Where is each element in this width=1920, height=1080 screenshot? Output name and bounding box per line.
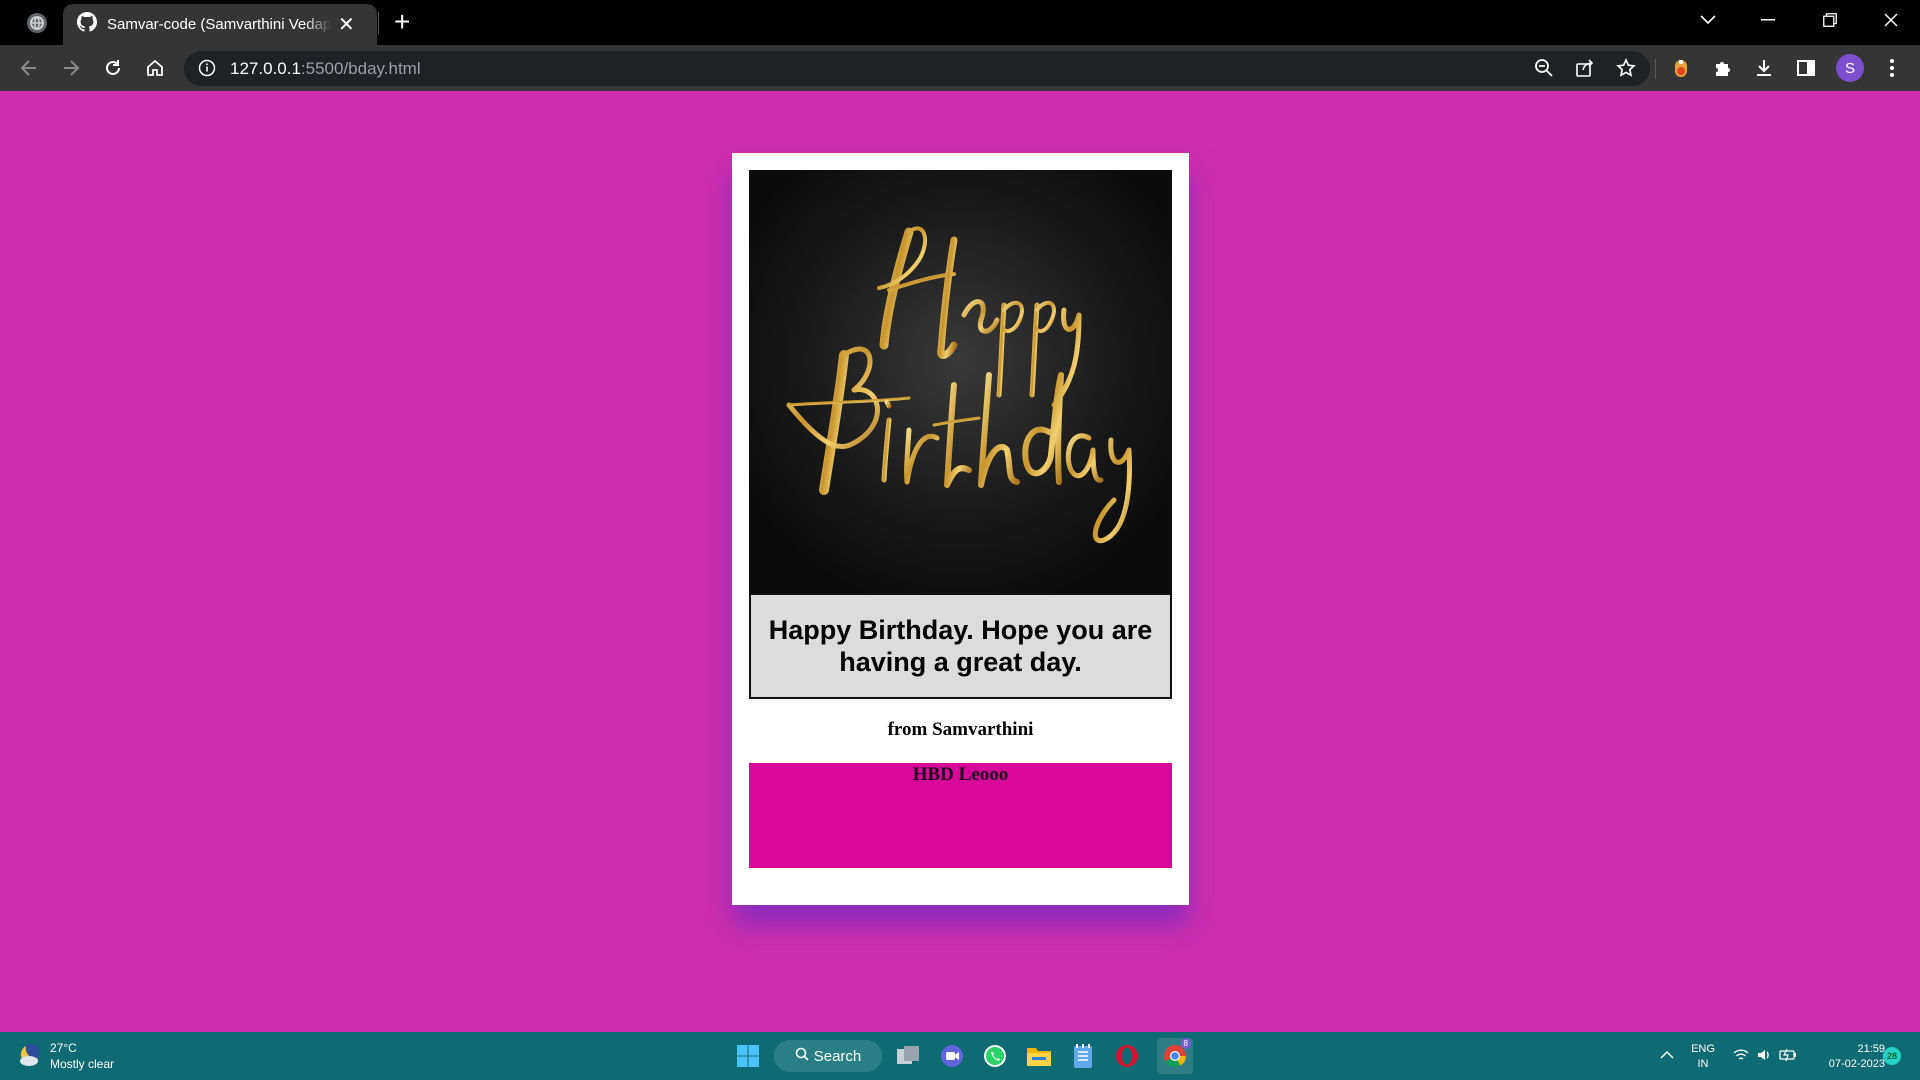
side-panel-icon[interactable] [1794, 56, 1818, 80]
hbd-banner: HBD Leooo [749, 763, 1172, 868]
url-text: 127.0.0.1:5500/bday.html [230, 59, 421, 79]
forward-icon[interactable] [59, 56, 83, 80]
active-tab[interactable]: Samvar-code (Samvarthini Vedapuri) ✕ [63, 4, 377, 45]
wifi-icon[interactable] [1733, 1048, 1749, 1067]
new-tab-button[interactable]: + [394, 8, 410, 36]
tab-bar: Samvar-code (Samvarthini Vedapuri) ✕ + [0, 0, 1920, 45]
home-icon[interactable] [143, 56, 167, 80]
birthday-message: Happy Birthday. Hope you are having a gr… [768, 615, 1153, 677]
minimize-button[interactable] [1743, 0, 1793, 40]
share-icon[interactable] [1575, 58, 1595, 83]
opera-icon[interactable] [1112, 1041, 1142, 1071]
clock-date: 07-02-2023 [1828, 1058, 1885, 1070]
url-path: :5500/bday.html [300, 59, 421, 78]
weather-temperature[interactable]: 27°C [50, 1041, 77, 1055]
close-tab-icon[interactable]: ✕ [338, 15, 355, 35]
whatsapp-icon[interactable] [980, 1041, 1010, 1071]
battery-icon[interactable] [1779, 1047, 1799, 1068]
toolbar-divider [1655, 59, 1656, 79]
download-icon[interactable] [1752, 56, 1776, 80]
search-icon [795, 1047, 809, 1065]
file-explorer-icon[interactable] [1024, 1041, 1054, 1071]
reload-icon[interactable] [101, 56, 125, 80]
notepad-icon[interactable] [1068, 1041, 1098, 1071]
back-icon[interactable] [17, 56, 41, 80]
weather-icon[interactable] [17, 1042, 43, 1073]
task-view-icon[interactable] [893, 1041, 923, 1071]
tab-title: Samvar-code (Samvarthini Vedapuri) [107, 16, 332, 33]
birthday-card: Happy Birthday. Hope you are having a gr… [732, 153, 1189, 905]
chrome-icon[interactable]: 8 [1157, 1038, 1193, 1074]
profile-avatar[interactable]: S [1836, 54, 1864, 82]
taskbar-search[interactable]: Search [774, 1040, 882, 1072]
extension-orange-icon[interactable] [1669, 56, 1693, 80]
from-signature: from Samvarthini [887, 719, 1034, 740]
zoom-icon[interactable] [1534, 58, 1554, 83]
language-indicator[interactable]: ENG IN [1688, 1042, 1718, 1072]
github-icon [77, 12, 97, 37]
site-info-icon[interactable] [198, 59, 216, 82]
language-line1: ENG [1691, 1043, 1715, 1055]
browser-toolbar: 127.0.0.1:5500/bday.html S [0, 45, 1920, 91]
windows-taskbar: 27°C Mostly clear Search 8 ENG IN 21:59 … [0, 1032, 1920, 1080]
clock-time: 21:59 [1857, 1043, 1885, 1055]
search-label: Search [813, 1047, 862, 1065]
chrome-badge: 8 [1180, 1038, 1191, 1049]
close-window-button[interactable] [1866, 0, 1916, 40]
windows-start-icon[interactable] [733, 1041, 763, 1071]
teams-chat-icon[interactable] [937, 1041, 967, 1071]
tab-separator [378, 12, 379, 34]
extensions-puzzle-icon[interactable] [1711, 56, 1735, 80]
volume-icon[interactable] [1756, 1047, 1772, 1068]
notification-badge[interactable]: 28 [1883, 1047, 1901, 1065]
language-line2: IN [1697, 1058, 1709, 1070]
hbd-text: HBD Leooo [912, 764, 1009, 785]
url-host: 127.0.0.1 [230, 59, 301, 78]
weather-description[interactable]: Mostly clear [50, 1057, 114, 1071]
tab-list-icon[interactable] [1683, 0, 1733, 40]
happy-birthday-image [749, 170, 1172, 593]
address-bar[interactable]: 127.0.0.1:5500/bday.html [184, 51, 1650, 86]
happy-birthday-lettering [786, 226, 1132, 544]
tab-search-icon[interactable] [11, 0, 63, 45]
restore-button[interactable] [1805, 0, 1855, 40]
clock[interactable]: 21:59 07-02-2023 [1805, 1042, 1885, 1072]
birthday-message-box: Happy Birthday. Hope you are having a gr… [749, 593, 1172, 699]
menu-kebab-icon[interactable] [1880, 56, 1904, 80]
bookmark-star-icon[interactable] [1616, 58, 1636, 83]
chevron-up-icon[interactable] [1660, 1047, 1674, 1065]
